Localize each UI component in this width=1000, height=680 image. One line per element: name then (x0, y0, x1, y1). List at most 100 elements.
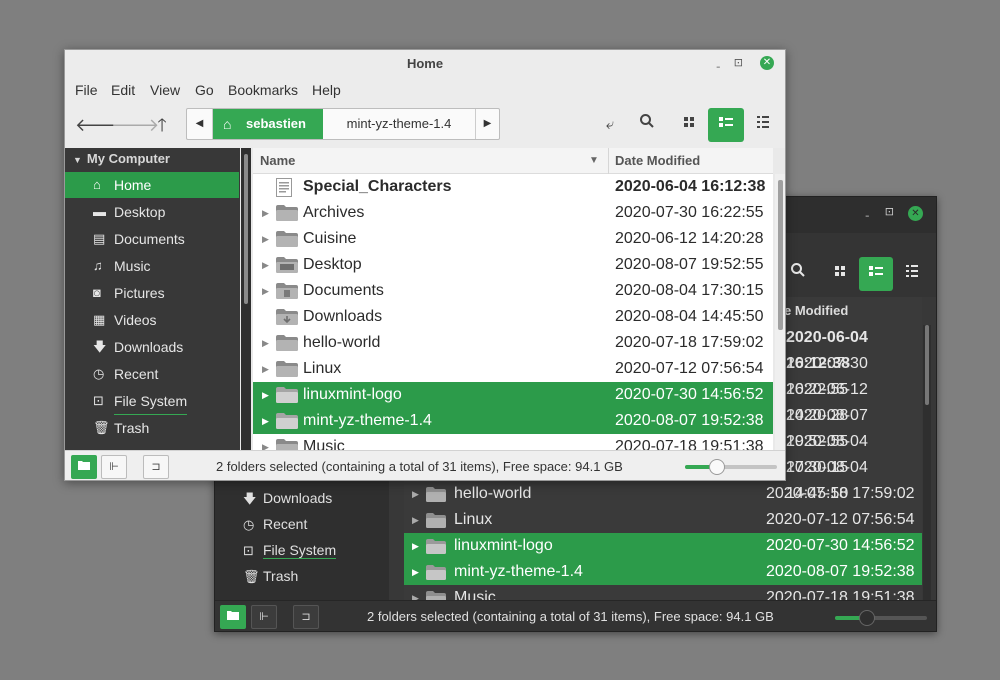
expand-arrow-icon[interactable]: ▶ (262, 382, 269, 408)
sidebar-item-music[interactable]: ♫ Music (65, 253, 239, 279)
expand-arrow-icon[interactable]: ▶ (412, 533, 419, 559)
expand-arrow-icon[interactable]: ▶ (412, 481, 419, 507)
sidebar-item-downloads[interactable]: 🡇 Downloads (65, 334, 239, 360)
column-separator[interactable] (608, 148, 609, 174)
icon-view-icon[interactable] (671, 108, 707, 142)
zoom-slider-knob[interactable] (709, 459, 726, 475)
maximize-icon[interactable]: ⊡ (885, 205, 894, 218)
show-treeview-button[interactable]: ⊩ (101, 455, 127, 479)
sidebar-item-home[interactable]: ⌂ Home (65, 172, 239, 198)
minimize-icon[interactable]: ˍ (865, 205, 871, 218)
scrollbar-thumb[interactable] (778, 180, 783, 330)
table-row-selected[interactable]: ▶ linuxmint-logo 2020-07-30 14:56:52 (253, 382, 773, 408)
expand-arrow-icon[interactable]: ▶ (412, 559, 419, 585)
path-home-button[interactable]: ⌂ sebastien (213, 109, 323, 139)
table-row[interactable]: ▶ Documents 2020-08-04 17:30:15 (253, 278, 773, 304)
menu-edit[interactable]: Edit (111, 82, 135, 98)
table-row[interactable]: ▶ Music 2020-07-18 19:51:38 (253, 434, 773, 450)
light-file-manager-window[interactable]: Home ˍ ⊡ ✕ File Edit View Go Bookmarks H… (64, 49, 786, 481)
menu-view[interactable]: View (150, 82, 180, 98)
expand-arrow-icon[interactable]: ▶ (262, 330, 269, 356)
up-button[interactable]: 🡑 (148, 112, 176, 138)
compact-view-icon[interactable] (895, 257, 929, 291)
table-row-selected[interactable]: ▶ linuxmint-logo 2020-07-30 14:56:52 (404, 533, 922, 559)
sidebar-section-my-computer[interactable]: ▼ My Computer (73, 151, 170, 166)
hide-sidebar-button[interactable]: ⊐ (143, 455, 169, 479)
path-scroll-right-icon[interactable]: ▶ (475, 109, 499, 139)
show-places-button[interactable] (220, 605, 246, 629)
menu-bookmarks[interactable]: Bookmarks (228, 82, 298, 98)
path-crumb-button[interactable]: mint-yz-theme-1.4 (323, 109, 475, 139)
maximize-icon[interactable]: ⊡ (734, 56, 743, 69)
row-date: 2020-08-04 17:30:15 (615, 282, 764, 299)
hide-sidebar-button[interactable]: ⊐ (293, 605, 319, 629)
table-row[interactable]: ▶ Linux 2020-07-12 07:56:54 (253, 356, 773, 382)
drive-icon: ⊡ (243, 543, 254, 558)
menu-help[interactable]: Help (312, 82, 341, 98)
table-row[interactable]: ▶ hello-world 2020-07-18 17:59:02 (253, 330, 773, 356)
table-row[interactable]: ▶ Linux 2020-07-12 07:56:54 (404, 507, 922, 533)
close-icon[interactable]: ✕ (908, 206, 923, 221)
expand-arrow-icon[interactable]: ▶ (262, 278, 269, 304)
close-icon[interactable]: ✕ (760, 56, 774, 70)
scrollbar-thumb[interactable] (925, 325, 929, 405)
dark-scrollbar[interactable] (923, 325, 931, 600)
compact-view-icon[interactable] (745, 108, 781, 142)
expand-arrow-icon[interactable]: ▶ (262, 356, 269, 382)
back-button[interactable]: 🡐 (75, 112, 123, 138)
table-row-selected[interactable]: ▶ mint-yz-theme-1.4 2020-08-07 19:52:38 (253, 408, 773, 434)
sidebar-item-file-system[interactable]: ⊡ File System (243, 537, 337, 563)
sidebar-item-recent[interactable]: ◷ Recent (65, 361, 239, 387)
sidebar-item-downloads[interactable]: 🡇 Downloads (243, 485, 332, 511)
show-treeview-button[interactable]: ⊩ (251, 605, 277, 629)
expand-arrow-icon[interactable]: ▶ (412, 507, 419, 533)
sidebar-item-label: Videos (114, 312, 157, 328)
table-row[interactable]: ▶ Archives 2020-07-30 16:22:55 (253, 200, 773, 226)
sidebar-scrollbar[interactable] (241, 148, 251, 450)
expand-arrow-icon[interactable]: ▶ (262, 408, 269, 434)
sidebar-item-desktop[interactable]: ▬ Desktop (65, 199, 239, 225)
sidebar-item-label: Recent (114, 366, 159, 382)
table-row-selected[interactable]: ▶ mint-yz-theme-1.4 2020-08-07 19:52:38 (404, 559, 922, 585)
table-row[interactable]: ▶ Cuisine 2020-06-12 14:20:28 (253, 226, 773, 252)
light-titlebar[interactable]: Home ˍ ⊡ ✕ (65, 50, 785, 78)
expand-arrow-icon[interactable]: ▶ (262, 252, 269, 278)
expand-arrow-icon[interactable]: ▶ (262, 200, 269, 226)
table-row[interactable]: ▶ Desktop 2020-08-07 19:52:55 (253, 252, 773, 278)
sidebar-item-trash[interactable]: 🗑 Trash (65, 415, 239, 441)
column-header-date[interactable]: Date Modified (615, 148, 700, 174)
sidebar-item-recent[interactable]: ◷ Recent (243, 511, 307, 537)
path-scroll-left-icon[interactable]: ◀ (187, 109, 213, 139)
list-view-icon[interactable] (708, 108, 744, 142)
file-list-scrollbar[interactable] (775, 174, 785, 450)
table-row[interactable]: Special_Characters 2020-06-04 16:12:38 (253, 174, 773, 200)
show-places-button[interactable] (71, 455, 97, 479)
search-icon[interactable] (781, 257, 815, 291)
sidebar-item-label: Music (114, 258, 151, 274)
collapse-arrow-icon[interactable]: ▼ (73, 155, 82, 165)
table-row[interactable]: Downloads 2020-08-04 14:45:50 (253, 304, 773, 330)
column-header-date[interactable]: e Modified (784, 303, 848, 318)
sidebar-item-pictures[interactable]: ◙ Pictures (65, 280, 239, 306)
menu-go[interactable]: Go (195, 82, 214, 98)
expand-arrow-icon[interactable]: ▶ (262, 226, 269, 252)
minimize-icon[interactable]: ˍ (716, 56, 722, 69)
toggle-location-entry-icon[interactable]: ⤶ (592, 108, 628, 142)
icon-view-icon[interactable] (823, 257, 857, 291)
sidebar-item-documents[interactable]: ▤ Documents (65, 226, 239, 252)
scrollbar-thumb[interactable] (244, 154, 248, 304)
sidebar-item-trash[interactable]: 🗑 Trash (243, 563, 298, 589)
sort-descending-icon[interactable]: ▼ (589, 148, 599, 174)
search-icon[interactable] (629, 108, 665, 142)
list-view-icon[interactable] (859, 257, 893, 291)
expand-arrow-icon[interactable]: ▶ (262, 434, 269, 450)
file-list[interactable]: Name ▼ Date Modified Special_Characters … (253, 148, 773, 450)
row-date: 2020-07-18 19:51:38 (615, 438, 764, 450)
menu-file[interactable]: File (75, 82, 98, 98)
column-header-name[interactable]: Name (260, 148, 295, 174)
forward-button[interactable]: 🡒 (111, 112, 159, 138)
table-row[interactable]: ▶ hello-world 2020-07-18 17:59:02 (404, 481, 922, 507)
sidebar-item-file-system[interactable]: ⊡ File System (65, 388, 239, 415)
zoom-slider-knob[interactable] (859, 610, 876, 626)
sidebar-item-videos[interactable]: ▦ Videos (65, 307, 239, 333)
